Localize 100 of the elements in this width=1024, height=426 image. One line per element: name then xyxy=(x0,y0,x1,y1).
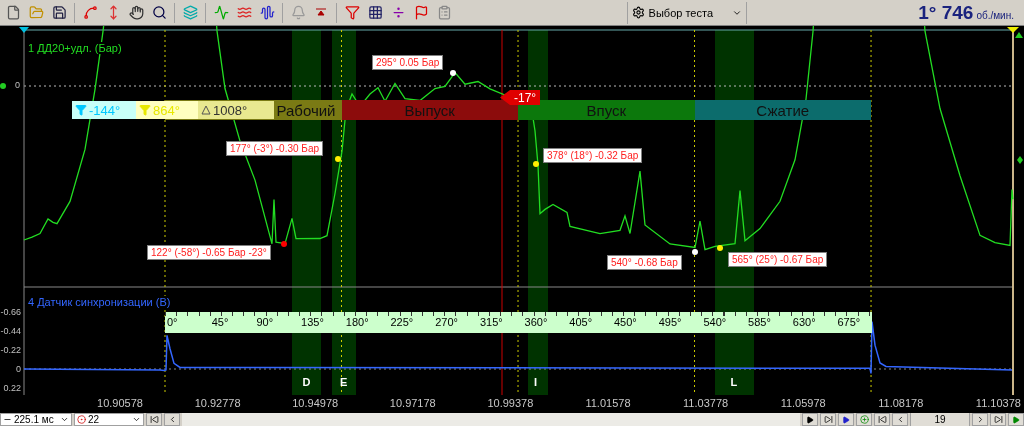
zone-label: E xyxy=(340,376,348,388)
save-icon xyxy=(51,5,67,20)
next-button[interactable] xyxy=(972,413,988,426)
play-button[interactable] xyxy=(802,413,818,426)
triangle-icon xyxy=(201,105,211,115)
point-annotation: 295° 0.05 Бар xyxy=(372,55,444,70)
first-button[interactable] xyxy=(146,413,162,426)
scale-label: 225° xyxy=(390,316,414,328)
time-label: 10.90578 xyxy=(96,397,144,409)
time-label: 11.10378 xyxy=(974,397,1022,409)
filter-icon xyxy=(344,5,360,20)
previous-button[interactable] xyxy=(892,413,908,426)
phase-band: Сжатие xyxy=(694,100,871,120)
scale-label: 135° xyxy=(301,316,324,328)
scale-label: 90° xyxy=(256,316,274,328)
channel-title: 4 Датчик синхронизации (В) xyxy=(28,296,171,308)
play-icon xyxy=(806,415,814,424)
skip-back-icon xyxy=(877,415,887,424)
play-icon xyxy=(1012,415,1020,424)
zone-label: D xyxy=(302,376,311,388)
skip-forward-icon xyxy=(823,415,833,424)
scale-label: 405° xyxy=(569,316,593,328)
pulse-icon xyxy=(213,5,229,20)
caret-icon xyxy=(132,415,141,424)
channel-title: 1 ДД20+удл. (Бар) xyxy=(28,42,122,54)
skip-forward-icon xyxy=(993,415,1003,424)
settings-icon xyxy=(631,6,645,19)
clipboard-icon xyxy=(436,5,452,20)
time-label: 11.05978 xyxy=(779,397,827,409)
time-label: 11.01578 xyxy=(584,397,632,409)
file-icon xyxy=(5,5,21,20)
marker-triangle-icon xyxy=(1015,32,1023,38)
scale-label: 0° xyxy=(167,316,178,328)
play-icon xyxy=(842,415,850,424)
layers-icon xyxy=(182,5,198,20)
zone-label: L xyxy=(730,376,738,388)
previous-button[interactable] xyxy=(164,413,180,426)
marker-dot-icon xyxy=(0,83,6,89)
test-select[interactable]: Выбор теста xyxy=(626,1,747,24)
zone-label: I xyxy=(534,376,538,388)
divide-icon xyxy=(390,5,406,20)
cursor-triangle-icon xyxy=(19,27,29,33)
plus-circle-icon xyxy=(859,415,869,424)
target-icon xyxy=(77,415,86,424)
time-label: 11.08178 xyxy=(877,397,925,409)
flag-icon xyxy=(413,5,429,20)
cursor-value: 1008° xyxy=(213,102,248,118)
rpm-value: 1° 746 xyxy=(918,1,974,24)
grid-icon xyxy=(367,5,383,20)
caret-icon xyxy=(60,415,69,424)
scale-label: 585° xyxy=(748,316,771,328)
axis-label: -0.22 xyxy=(0,345,21,355)
filter-icon xyxy=(139,104,151,116)
scale-label: 540° xyxy=(703,316,727,328)
skip-back-button[interactable] xyxy=(874,413,890,426)
zero-level-icon xyxy=(315,7,327,18)
cursor-value: 864° xyxy=(153,102,180,118)
time-label: 10.92778 xyxy=(193,397,242,409)
scale-label: 450° xyxy=(614,316,637,328)
time-label: 10.94978 xyxy=(291,397,340,409)
scale-label: 180° xyxy=(345,316,369,328)
folder-icon xyxy=(28,5,44,20)
play-button[interactable] xyxy=(838,413,854,426)
scale-label: 360° xyxy=(524,316,548,328)
waves-icon xyxy=(236,5,252,20)
point-annotation: 378° (18°) -0.32 Бар xyxy=(543,148,643,163)
axis-label: 0 xyxy=(15,364,21,374)
point-annotation: 540° -0.68 Бар xyxy=(607,255,682,270)
marker-flag: -17° xyxy=(500,90,541,105)
scale-label: 630° xyxy=(792,316,816,328)
waveform-icon xyxy=(259,5,275,20)
scale-label: 495° xyxy=(658,316,682,328)
scale-label: 45° xyxy=(211,316,229,328)
time-label: 10.97178 xyxy=(388,397,437,409)
marker-diamond-icon xyxy=(1017,156,1023,164)
scale-label: 270° xyxy=(435,316,458,328)
skip-forward-button[interactable] xyxy=(820,413,836,426)
scale-label: 315° xyxy=(479,316,503,328)
curve-icon xyxy=(82,5,98,20)
filter-icon xyxy=(75,104,87,116)
time-label: 10.99378 xyxy=(486,397,535,409)
bell-icon xyxy=(290,5,306,20)
timebase-select[interactable]: 225.1 мс xyxy=(0,413,72,426)
cursor-value: -144° xyxy=(89,102,121,118)
search-icon xyxy=(151,5,167,20)
axis-label: 0 xyxy=(14,80,20,90)
point-annotation: 122° (-58°) -0.65 Бар -23° xyxy=(147,245,271,260)
time-label: 11.03778 xyxy=(682,397,730,409)
skip-back-icon xyxy=(149,415,159,424)
point-annotation: 565° (25°) -0.67 Бар xyxy=(728,252,828,267)
hand-icon xyxy=(128,5,144,20)
scale-label: 675° xyxy=(837,316,861,328)
point-annotation: 177° (-3°) -0.30 Бар xyxy=(226,141,324,156)
last-button[interactable] xyxy=(990,413,1006,426)
axis-label: 0.22 xyxy=(2,383,21,393)
phase-band: Выпуск xyxy=(341,100,518,120)
axis-label: -0.44 xyxy=(0,326,21,336)
axis-label: -0.66 xyxy=(0,307,21,317)
rpm-unit: об./мин. xyxy=(976,9,1014,21)
channel-select[interactable]: 22 xyxy=(74,413,144,426)
